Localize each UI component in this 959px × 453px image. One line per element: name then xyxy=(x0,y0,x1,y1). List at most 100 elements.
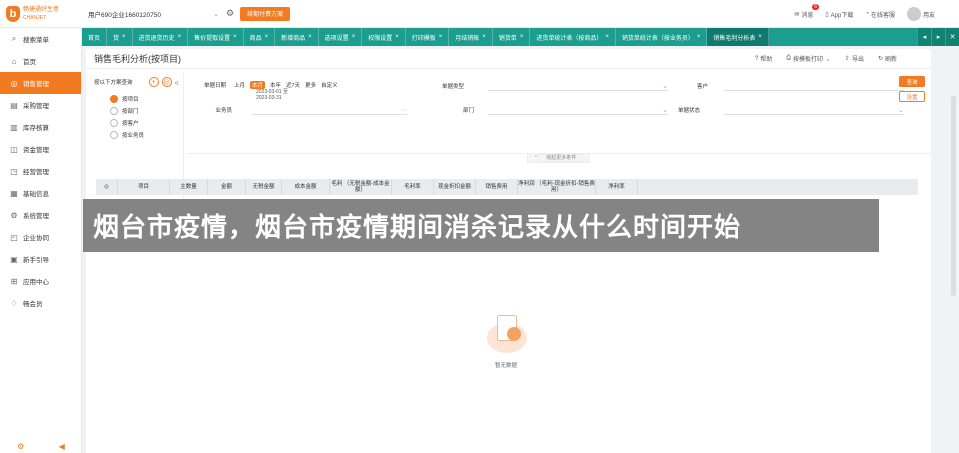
tab-8[interactable]: 打印模板 × xyxy=(406,28,450,46)
column-header-11[interactable]: 净利率 xyxy=(596,179,638,195)
tab-scroll-right-icon[interactable]: ▸ xyxy=(931,28,945,46)
scheme-settings-icon[interactable]: ◎ xyxy=(161,77,172,87)
radio-icon xyxy=(110,95,118,103)
tab-10[interactable]: 销货单 × xyxy=(493,28,531,46)
column-header-9[interactable]: 销售费用 xyxy=(476,179,518,195)
sidebar-item-9[interactable]: ◰ 企业协同 xyxy=(0,226,81,248)
sidebar-item-3[interactable]: ▤ 采购管理 xyxy=(0,94,81,116)
add-scheme-icon[interactable]: + xyxy=(148,77,159,87)
settings-icon[interactable]: ⚙ xyxy=(17,442,24,451)
inventory-icon: ▥ xyxy=(10,122,18,132)
print-template-button[interactable]: ⎙ 按模板打印 ⌄ xyxy=(786,54,831,63)
doc-type-select[interactable]: ⌄ xyxy=(488,81,668,91)
customer-input[interactable]: ⋯ xyxy=(724,81,904,91)
messages-button[interactable]: ✉ 消息 6 xyxy=(794,3,820,19)
close-icon[interactable]: × xyxy=(352,34,356,40)
sidebar-item-7[interactable]: ▦ 基础信息 xyxy=(0,182,81,204)
tab-6[interactable]: 选项设置 × xyxy=(319,28,363,46)
sidebar-item-1[interactable]: ⌂ 首页 xyxy=(0,50,81,72)
sidebar-item-2[interactable]: ◎ 销售管理 xyxy=(0,72,81,94)
app-download-button[interactable]: ▯ App下载 xyxy=(825,10,853,19)
close-icon[interactable]: × xyxy=(178,34,182,40)
tab-5[interactable]: 新增商品 × xyxy=(275,28,319,46)
column-header-2[interactable]: 主数量 xyxy=(170,179,208,195)
sidebar-item-8[interactable]: ⚙ 系统管理 xyxy=(0,204,81,226)
close-icon[interactable]: × xyxy=(482,34,486,40)
dept-select[interactable]: ⌄ xyxy=(488,105,668,115)
column-header-7[interactable]: 毛利率 xyxy=(392,179,434,195)
close-icon[interactable]: × xyxy=(439,34,443,40)
date-option-1[interactable]: 本月 xyxy=(250,81,266,89)
column-header-1[interactable]: 项目 xyxy=(118,179,170,195)
sidebar-item-0[interactable]: ⌕ 搜索菜单 xyxy=(0,28,81,50)
close-icon[interactable]: × xyxy=(758,34,762,40)
status-select[interactable]: ⌄ xyxy=(724,105,904,115)
column-header-8[interactable]: 现金折扣金额 xyxy=(434,179,476,195)
date-option-0[interactable]: 上月 xyxy=(234,81,245,89)
online-service-label: 在线客服 xyxy=(870,12,895,19)
date-option-3[interactable]: 近7天 xyxy=(286,81,300,89)
close-icon[interactable]: × xyxy=(122,34,126,40)
tab-4[interactable]: 商品 × xyxy=(244,28,276,46)
speaker-icon[interactable]: ◀ xyxy=(59,442,65,451)
collapse-icon[interactable]: « xyxy=(175,78,179,87)
date-option-4[interactable]: 更多 xyxy=(305,81,316,89)
column-header-3[interactable]: 金额 xyxy=(208,179,246,195)
scheme-option-3[interactable]: 按业务员 xyxy=(110,129,183,141)
column-header-10[interactable]: 净利润 （毛利-现金折扣-销售费用） xyxy=(518,179,596,195)
refresh-button[interactable]: ↻ 刷新 xyxy=(878,54,897,63)
sidebar-item-10[interactable]: ▣ 新手引导 xyxy=(0,248,81,270)
app-logo[interactable]: b 畅捷通好生意 CHANJET xyxy=(0,0,82,28)
tab-3[interactable]: 售价提取设置 × xyxy=(188,28,244,46)
tab-scroll-left-icon[interactable]: ◂ xyxy=(917,28,931,46)
gear-icon[interactable]: ⚙ xyxy=(226,8,234,19)
renew-plan-button[interactable]: 续期付费方案 xyxy=(240,6,291,21)
settings-button[interactable]: 设置 xyxy=(899,91,925,102)
tab-7[interactable]: 权限设置 × xyxy=(362,28,406,46)
sidebar-item-12[interactable]: ♢ 畅会员 xyxy=(0,292,81,314)
tab-close-all-icon[interactable]: ✕ xyxy=(945,28,959,46)
tab-bar: 首页货 × 进货退货历史 × 售价提取设置 × 商品 × 新增商品 × 选项设置 × 权限设置 × 打印模板… xyxy=(82,28,959,46)
column-header-4[interactable]: 无税金额 xyxy=(246,179,282,195)
sidebar-item-6[interactable]: ◳ 经营管理 xyxy=(0,160,81,182)
query-button[interactable]: 查询 xyxy=(899,76,925,87)
system-icon: ⚙ xyxy=(10,210,18,220)
overlay-text: 烟台市疫情，烟台市疫情期间消杀记录从什么时间开始 xyxy=(93,213,742,243)
help-button[interactable]: ? 帮助 xyxy=(755,54,772,64)
close-icon[interactable]: × xyxy=(395,34,399,40)
tab-2[interactable]: 进货退货历史 × xyxy=(133,28,189,46)
customer-label: 客户 xyxy=(696,84,708,90)
account-selector[interactable]: 用户690企业1660120750 ⌄ xyxy=(88,6,223,22)
tab-12[interactable]: 销货单统计表（按业务员） × xyxy=(616,28,708,46)
scheme-option-0[interactable]: 按项目 xyxy=(110,93,183,105)
date-to[interactable]: 2023-03-31 xyxy=(256,95,288,101)
sidebar-item-5[interactable]: ◫ 资金管理 xyxy=(0,138,81,160)
date-option-5[interactable]: 自定义 xyxy=(321,81,338,89)
column-header-0[interactable]: ◎ xyxy=(96,179,118,195)
date-option-2[interactable]: 本年 xyxy=(270,81,281,89)
user-menu[interactable]: 用友 xyxy=(906,7,935,21)
close-icon[interactable]: × xyxy=(697,34,701,40)
close-icon[interactable]: × xyxy=(308,34,312,40)
close-icon[interactable]: × xyxy=(605,34,609,40)
export-button[interactable]: ⇪ 导出 xyxy=(845,54,864,63)
tab-0[interactable]: 首页 xyxy=(82,28,108,46)
tab-13[interactable]: 销售毛利分析表 × xyxy=(707,28,769,46)
collapse-conditions-button[interactable]: ⌃ 收起更多条件 xyxy=(526,153,591,163)
tab-1[interactable]: 货 × xyxy=(107,28,133,46)
scheme-option-1[interactable]: 按部门 xyxy=(110,105,183,117)
sidebar-item-4[interactable]: ▥ 库存核算 xyxy=(0,116,81,138)
close-icon[interactable]: × xyxy=(233,34,237,40)
close-icon[interactable]: × xyxy=(520,34,524,40)
salesman-input[interactable]: ⋯ xyxy=(252,105,407,115)
column-header-6[interactable]: 毛利 （无税金额-成本金额） xyxy=(330,179,392,195)
scrollbar[interactable] xyxy=(945,46,959,453)
online-service-button[interactable]: ◔ 在线客服 xyxy=(865,10,895,19)
scheme-option-2[interactable]: 按客户 xyxy=(110,117,183,129)
sidebar-item-11[interactable]: ⊞ 应用中心 xyxy=(0,270,81,292)
tab-11[interactable]: 进货单统计表（按商品） × xyxy=(530,28,616,46)
tab-9[interactable]: 月结销账 × xyxy=(449,28,493,46)
close-icon[interactable]: × xyxy=(265,34,269,40)
collapse-conditions-label: 收起更多条件 xyxy=(539,154,584,162)
column-header-5[interactable]: 成本金额 xyxy=(282,179,330,195)
